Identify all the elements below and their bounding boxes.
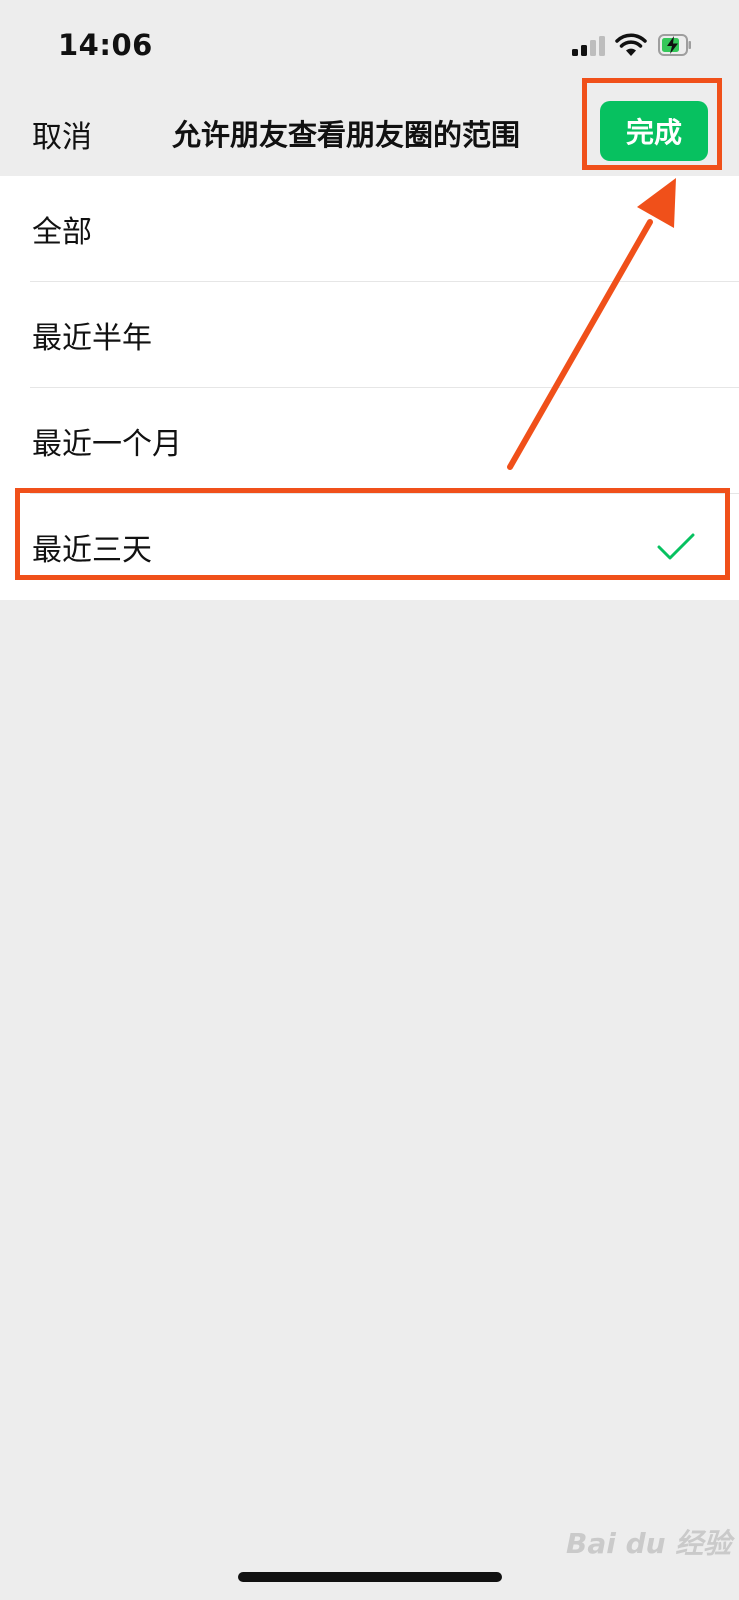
cellular-signal-icon xyxy=(572,36,605,56)
home-indicator[interactable] xyxy=(238,1572,502,1582)
page-title: 允许朋友查看朋友圈的范围 xyxy=(172,118,521,152)
nav-bar: 取消 允许朋友查看朋友圈的范围 完成 xyxy=(0,88,739,176)
status-bar: 14:06 xyxy=(0,0,739,88)
option-label: 全部 xyxy=(32,215,92,250)
cancel-button[interactable]: 取消 xyxy=(32,112,92,156)
option-label: 最近三天 xyxy=(32,533,152,568)
checkmark-icon xyxy=(657,533,695,560)
wifi-icon xyxy=(615,33,647,56)
watermark-logo: Bai du 经验 xyxy=(566,1527,732,1560)
battery-charging-icon xyxy=(658,34,691,56)
option-all[interactable]: 全部 xyxy=(0,176,739,282)
option-last-three-days[interactable]: 最近三天 xyxy=(0,494,739,600)
option-last-half-year[interactable]: 最近半年 xyxy=(0,282,739,388)
option-label: 最近一个月 xyxy=(32,427,182,462)
option-last-month[interactable]: 最近一个月 xyxy=(0,388,739,494)
option-label: 最近半年 xyxy=(32,321,152,356)
status-time: 14:06 xyxy=(58,28,153,62)
visibility-range-list: 全部 最近半年 最近一个月 最近三天 xyxy=(0,176,739,600)
done-button[interactable]: 完成 xyxy=(600,101,708,161)
